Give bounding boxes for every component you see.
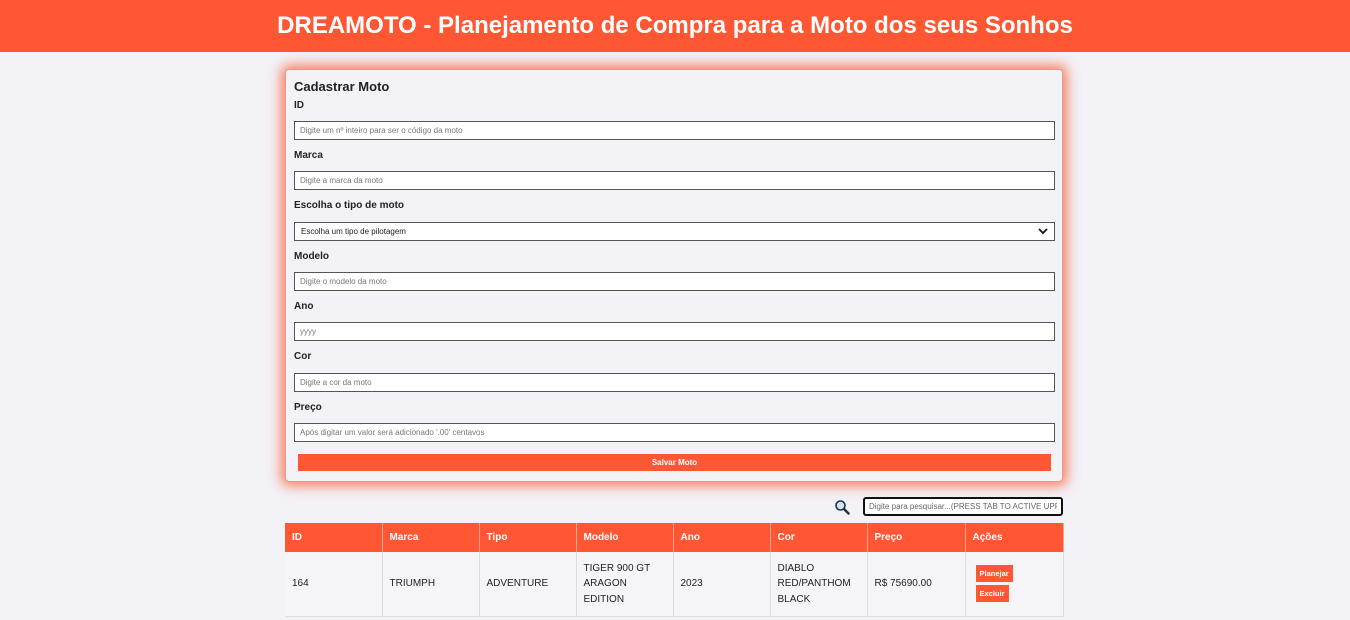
ano-input[interactable] [294,322,1055,341]
form-title: Cadastrar Moto [294,79,390,94]
col-header-preco: Preço [867,523,966,552]
tipo-select-value: Escolha um tipo de pilotagem [301,227,406,236]
planejar-button[interactable]: Planejar [975,565,1013,583]
col-header-marca: Marca [382,523,480,552]
register-form: Cadastrar Moto ID Marca Escolha o tipo d… [285,69,1063,482]
id-label: ID [294,100,304,111]
cell-marca: TRIUMPH [382,552,480,617]
excluir-button[interactable]: Excluir [975,585,1009,603]
preco-label: Preço [294,402,322,413]
magnifier-icon[interactable] [834,499,850,515]
cell-id: 164 [285,552,383,617]
marca-label: Marca [294,150,323,161]
col-header-id: ID [285,523,383,552]
col-header-tipo: Tipo [479,523,577,552]
tipo-label: Escolha o tipo de moto [294,200,405,211]
marca-input[interactable] [294,171,1055,190]
col-header-ano: Ano [673,523,771,552]
col-header-cor: Cor [770,523,868,552]
modelo-label: Modelo [294,251,329,262]
cell-tipo: ADVENTURE [479,552,577,617]
cell-ano: 2023 [673,552,771,617]
motos-table: ID Marca Tipo Modelo Ano Cor Preço Ações… [285,523,1064,617]
cell-acoes: Planejar Excluir [965,552,1064,617]
table-header-row: ID Marca Tipo Modelo Ano Cor Preço Ações [285,523,1064,552]
search-input[interactable] [863,497,1063,516]
table-row: 164 TRIUMPH ADVENTURE TIGER 900 GT ARAGO… [285,552,1064,617]
cell-preco: R$ 75690.00 [867,552,966,617]
col-header-acoes: Ações [965,523,1064,552]
ano-label: Ano [294,301,314,312]
save-button[interactable]: Salvar Moto [298,454,1051,471]
page-title: DREAMOTO - Planejamento de Compra para a… [277,12,1073,39]
cell-cor: DIABLO RED/PANTHOM BLACK [770,552,868,617]
id-input[interactable] [294,121,1055,140]
cor-input[interactable] [294,373,1055,392]
modelo-input[interactable] [294,272,1055,291]
tipo-select[interactable]: Escolha um tipo de pilotagem [294,222,1055,241]
cell-modelo: TIGER 900 GT ARAGON EDITION [576,552,674,617]
cor-label: Cor [294,351,312,362]
chevron-down-icon [1038,227,1048,237]
col-header-modelo: Modelo [576,523,674,552]
preco-input[interactable] [294,423,1055,442]
app-header: DREAMOTO - Planejamento de Compra para a… [0,0,1350,52]
